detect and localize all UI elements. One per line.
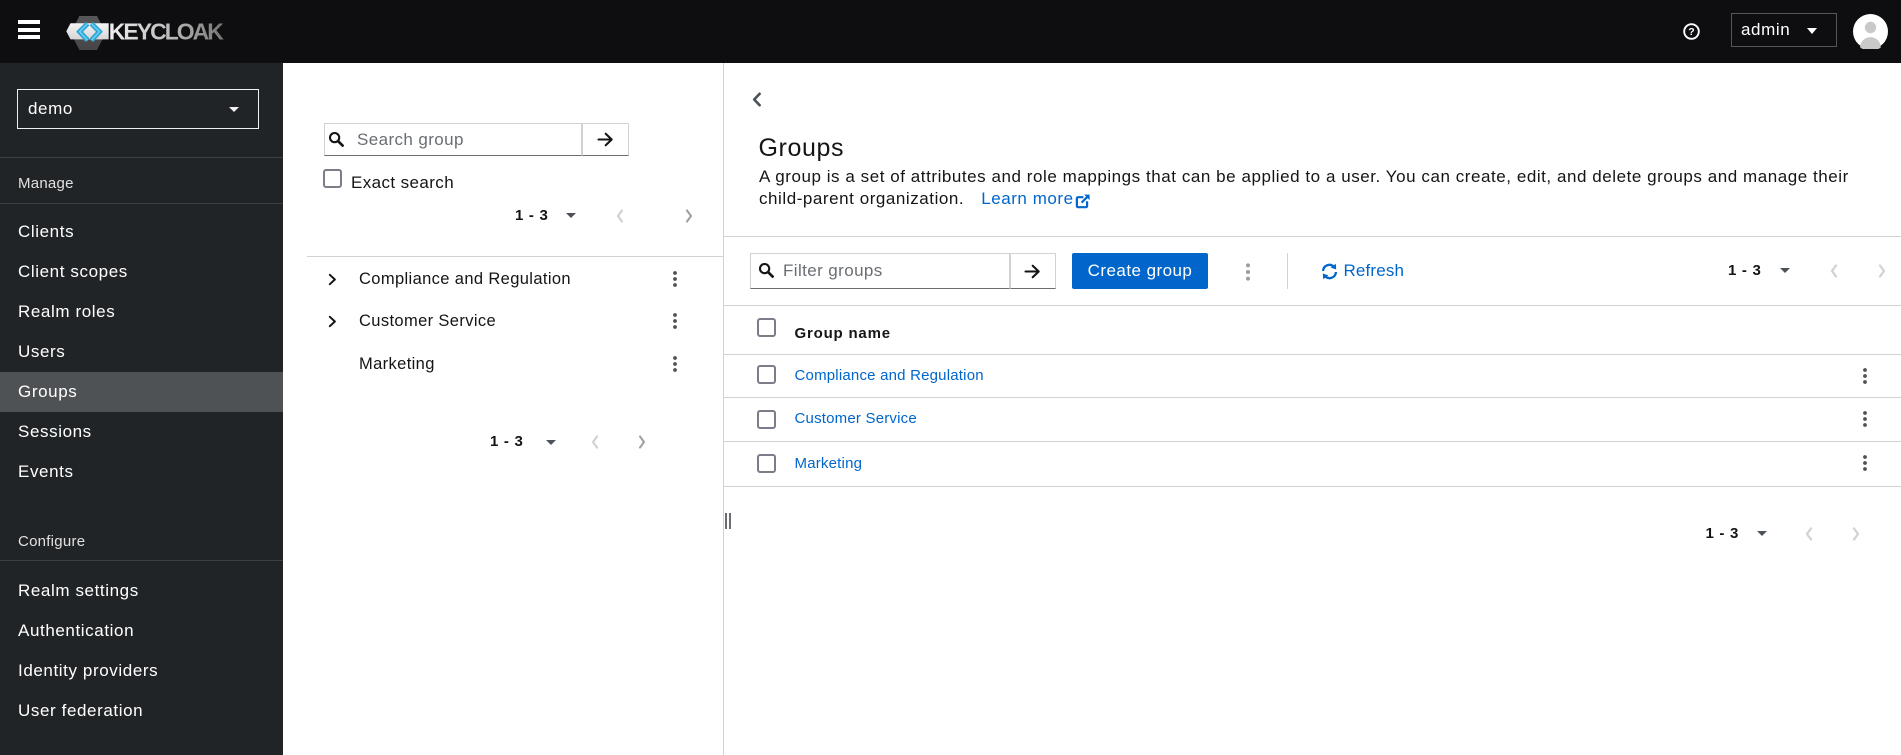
svg-text:KEYCLOAK: KEYCLOAK bbox=[109, 19, 224, 45]
svg-text:?: ? bbox=[1688, 26, 1694, 38]
